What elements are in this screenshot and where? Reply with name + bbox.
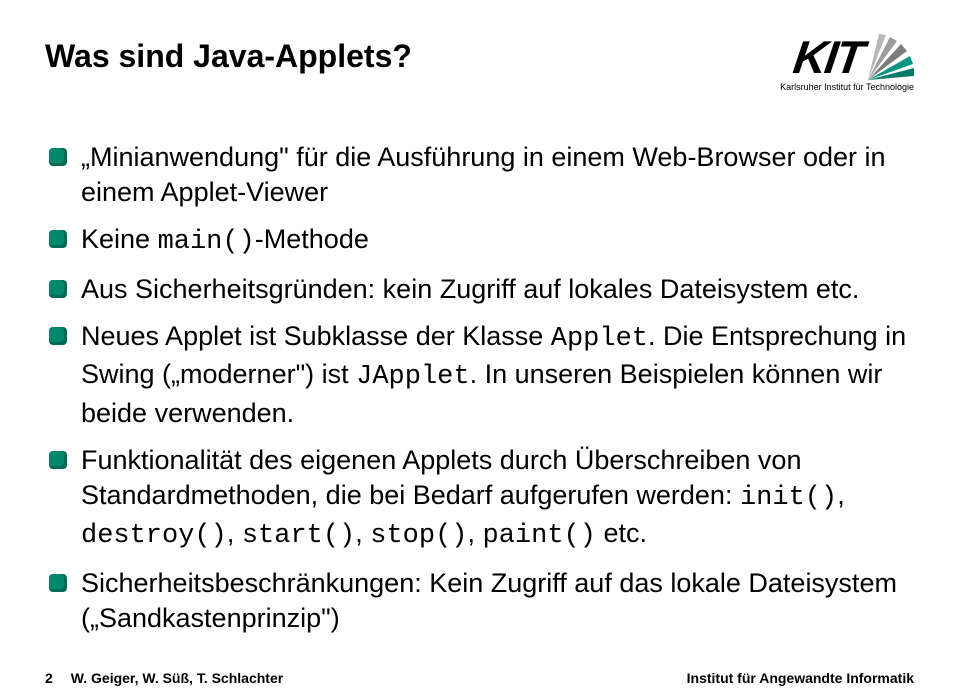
kit-logo: KIT Karlsruher Institut für Technologie [780,30,914,92]
bullet-icon [49,451,67,469]
list-item: Neues Applet ist Subklasse der Klasse Ap… [49,319,914,430]
list-item-text: Keine main()-Methode [81,222,369,260]
bullet-icon [49,327,67,345]
list-item-text: Funktionalität des eigenen Applets durch… [81,443,914,554]
list-item: Aus Sicherheitsgründen: kein Zugriff auf… [49,272,914,307]
list-item: Funktionalität des eigenen Applets durch… [49,443,914,554]
list-item: Keine main()-Methode [49,222,914,260]
slide-footer: 2 W. Geiger, W. Süß, T. Schlachter Insti… [45,670,914,686]
bullet-list: „Minianwendung" für die Ausführung in ei… [45,140,914,636]
institute: Institut für Angewandte Informatik [687,670,914,686]
slide-title: Was sind Java-Applets? [45,38,412,75]
logo-fan-icon [868,34,914,80]
bullet-icon [49,574,67,592]
list-item-text: Aus Sicherheitsgründen: kein Zugriff auf… [81,272,859,307]
list-item: „Minianwendung" für die Ausführung in ei… [49,140,914,210]
authors: W. Geiger, W. Süß, T. Schlachter [71,670,283,686]
page-number: 2 [45,670,53,686]
bullet-icon [49,148,67,166]
bullet-icon [49,230,67,248]
list-item-text: Sicherheitsbeschränkungen: Kein Zugriff … [81,566,914,636]
list-item-text: Neues Applet ist Subklasse der Klasse Ap… [81,319,914,430]
bullet-icon [49,280,67,298]
list-item: Sicherheitsbeschränkungen: Kein Zugriff … [49,566,914,636]
list-item-text: „Minianwendung" für die Ausführung in ei… [81,140,914,210]
logo-text: KIT [790,30,866,84]
